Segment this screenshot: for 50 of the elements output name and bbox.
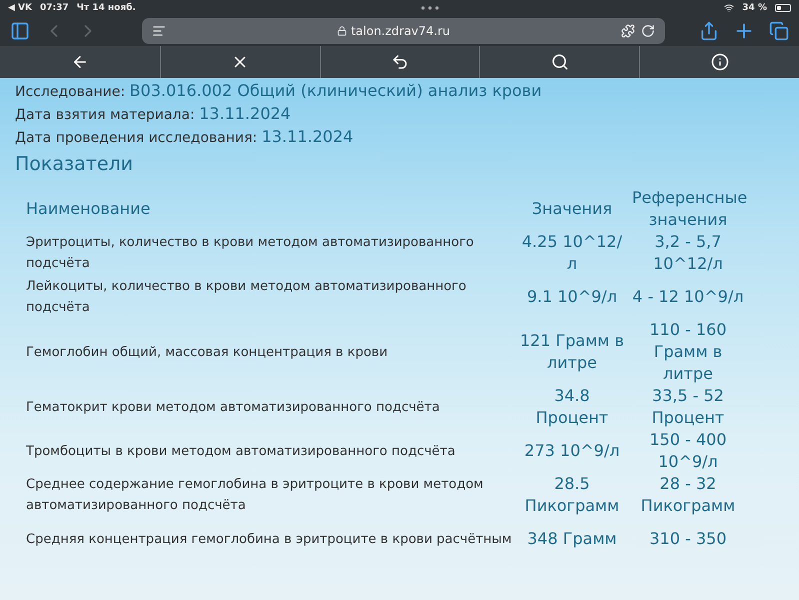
table-cell-text: Тромбоциты в крови методом автоматизированного подсчёта [26, 442, 456, 460]
column-header: Значения [530, 198, 614, 220]
info-icon [710, 53, 729, 71]
field-value: В03.016.002 Общий (клинический) анализ крови [130, 81, 542, 100]
table-cell-text: 348 Грамм [526, 528, 618, 550]
column-header: Референсные значения [632, 187, 744, 231]
table-cell-text: 3,2 - 5,7 10^12/л [652, 231, 724, 275]
field-value: 13.11.2024 [199, 104, 291, 123]
table-cell-text: 310 - 350 [648, 528, 728, 550]
table-cell-text: 28 - 32 Пикограмм [640, 473, 736, 517]
table-cell-text: Эритроциты, количество в крови методом автоматизированного подсчёта [26, 234, 475, 273]
back-to-app-link[interactable]: ◀ VK [8, 3, 32, 13]
address-bar[interactable]: talon.zdrav74.ru [142, 18, 665, 44]
field-label: Дата взятия материала: [15, 107, 196, 123]
table-cell-text: Гематокрит крови методом автоматизированного подсчёта [26, 398, 441, 416]
table-cell-text: Лейкоциты, количество в крови методом автоматизированного подсчёта [26, 278, 468, 317]
table-cell-text: Средняя концентрация гемоглобина в эритроците в крови расчётным [26, 530, 512, 548]
table-cell-text: Гемоглобин общий, массовая концентрация в крови [26, 344, 389, 362]
table-cell-text: 121 Грамм в литре [519, 330, 625, 374]
extension-icon[interactable] [621, 24, 635, 38]
url-text: talon.zdrav74.ru [350, 24, 450, 38]
lock-icon [336, 26, 347, 36]
table-cell-text: Среднее содержание гемоглобина в эритроците в крови методом автоматизированного подсчёта [26, 476, 484, 515]
search-icon [550, 53, 569, 71]
table-cell-text: 4.25 10^12/л [520, 231, 624, 275]
table-cell-text: 28.5 Пикограмм [524, 473, 620, 517]
wifi-icon [724, 3, 734, 13]
tabs-icon[interactable] [769, 21, 789, 41]
undo-icon [390, 53, 409, 71]
battery-icon [774, 4, 791, 12]
sidebar-icon[interactable] [10, 21, 30, 41]
battery-percent: 34 % [742, 3, 767, 13]
reload-icon[interactable] [641, 24, 655, 38]
status-date: Чт 14 нояб. [76, 3, 136, 13]
column-header: Наименование [26, 198, 152, 220]
status-time: 07:37 [40, 3, 69, 13]
table-cell-text: 34.8 Процент [534, 385, 610, 429]
reader-icon[interactable] [152, 24, 166, 38]
field-value: 13.11.2024 [262, 127, 354, 146]
field-label: Исследование: [15, 84, 126, 100]
field-label: Дата проведения исследования: [15, 130, 258, 146]
share-icon[interactable] [699, 21, 719, 41]
more-icon[interactable] [421, 6, 440, 10]
table-cell-text: 273 10^9/л [523, 440, 621, 462]
table-cell-text: 33,5 - 52 Процент [650, 385, 726, 429]
table-cell-text: 150 - 400 10^9/л [648, 429, 728, 473]
table-cell-text: 110 - 160 Грамм в литре [648, 319, 728, 385]
section-title: Показатели [15, 153, 134, 175]
table-cell-text: 9.1 10^9/л [526, 286, 618, 308]
table-cell: 4 - 12 10^9/л [632, 286, 744, 308]
